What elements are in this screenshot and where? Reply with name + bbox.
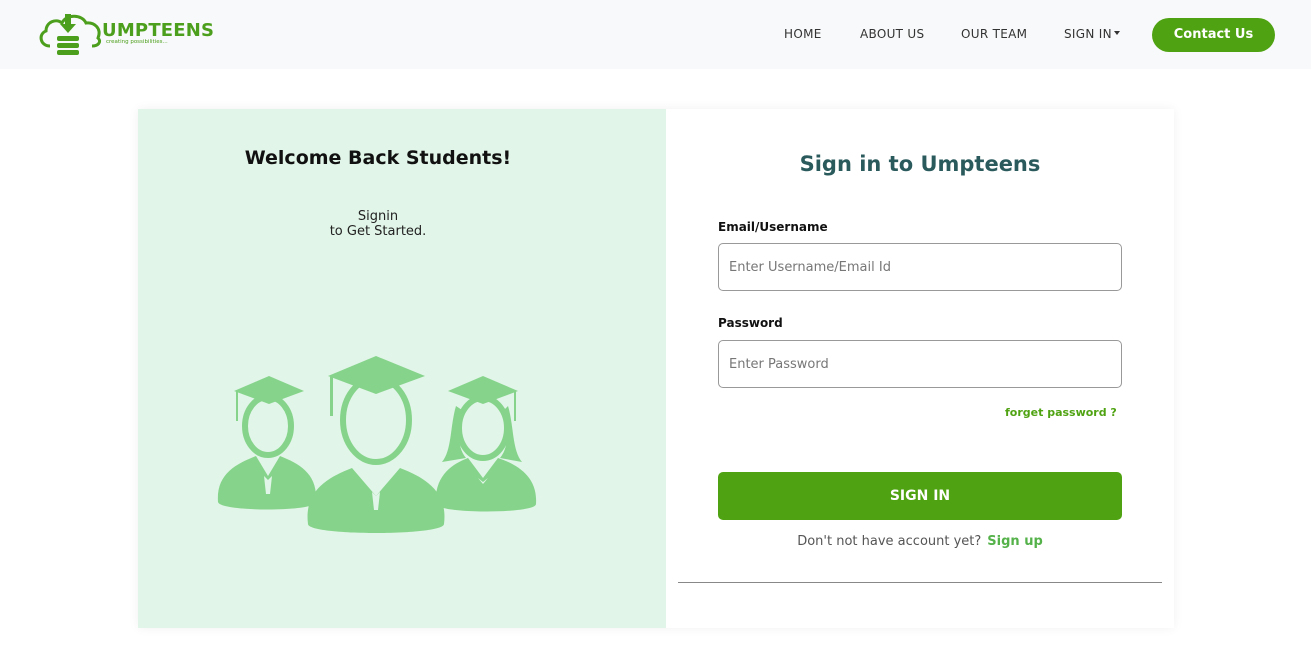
right-graduate-icon xyxy=(435,376,537,512)
cloud-download-icon xyxy=(39,14,102,55)
brand-name: UMPTEENS xyxy=(102,20,215,41)
signup-link[interactable]: Sign up xyxy=(987,534,1042,549)
no-account-text: Don't not have account yet? xyxy=(797,534,982,549)
contact-us-button[interactable]: Contact Us xyxy=(1152,18,1275,52)
brand-tagline: creating possibilities... xyxy=(106,39,168,45)
signin-title: Sign in to Umpteens xyxy=(799,152,1041,176)
nav-home-link[interactable]: HOME xyxy=(784,27,822,41)
signin-button[interactable]: SIGN IN xyxy=(718,472,1122,520)
top-navbar: UMPTEENS creating possibilities... HOME … xyxy=(0,0,1311,69)
form-divider xyxy=(678,582,1162,583)
welcome-panel: Welcome Back Students! Signin to Get Sta… xyxy=(138,109,666,628)
signin-form-panel: Sign in to Umpteens Email/Username Passw… xyxy=(666,109,1174,628)
nav-team-link[interactable]: OUR TEAM xyxy=(961,27,1027,41)
signup-row: Don't not have account yet? Sign up xyxy=(666,534,1174,549)
welcome-subtext: Signin to Get Started. xyxy=(138,209,618,239)
graduate-students-illustration xyxy=(217,356,537,533)
subtext-line-1: Signin xyxy=(357,209,399,224)
signin-card: Welcome Back Students! Signin to Get Sta… xyxy=(138,109,1174,628)
email-label: Email/Username xyxy=(718,220,828,234)
password-label: Password xyxy=(718,316,783,330)
welcome-heading: Welcome Back Students! xyxy=(244,147,512,169)
password-input[interactable] xyxy=(718,340,1122,388)
email-input[interactable] xyxy=(718,243,1122,291)
caret-down-icon xyxy=(1113,31,1120,35)
subtext-line-2: to Get Started. xyxy=(329,224,427,239)
forget-password-link[interactable]: forget password ? xyxy=(1005,406,1117,419)
brand-logo[interactable]: UMPTEENS creating possibilities... xyxy=(36,12,214,60)
nav-signin-dropdown[interactable]: SIGN IN xyxy=(1064,27,1120,41)
nav-about-link[interactable]: ABOUT US xyxy=(860,27,924,41)
nav-signin-label: SIGN IN xyxy=(1064,27,1112,41)
